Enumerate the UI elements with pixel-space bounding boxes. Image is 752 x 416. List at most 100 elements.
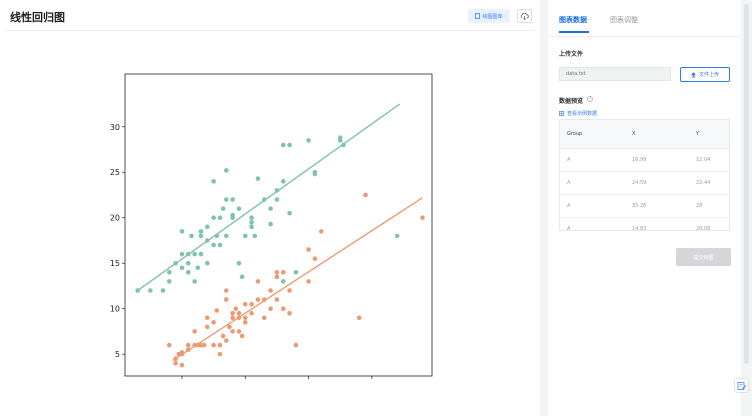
data-point xyxy=(230,212,235,218)
help-icon[interactable]: ? xyxy=(587,96,593,102)
table-cell: 24.59 xyxy=(625,171,689,195)
table-cell: A xyxy=(560,217,625,230)
scrollbar-thumb[interactable] xyxy=(744,4,749,364)
data-point xyxy=(198,233,204,239)
data-point xyxy=(280,306,286,311)
data-point xyxy=(293,270,299,275)
data-point xyxy=(198,251,204,257)
data-point xyxy=(280,179,286,184)
data-point xyxy=(287,310,292,316)
data-point xyxy=(173,360,178,366)
data-point xyxy=(167,279,172,284)
data-point xyxy=(223,168,229,173)
regression-plot: 1020304051015202530 xyxy=(100,70,440,390)
data-point xyxy=(341,142,346,148)
edit-feedback-icon[interactable] xyxy=(734,378,749,393)
data-point xyxy=(217,342,223,348)
y-tick-label: 30 xyxy=(110,123,120,132)
data-point xyxy=(204,315,210,321)
data-point xyxy=(268,288,273,293)
view-example-label: 查看示例数据 xyxy=(567,111,598,117)
data-point xyxy=(242,301,248,307)
data-point xyxy=(249,301,254,307)
download-button[interactable] xyxy=(517,9,532,23)
data-point xyxy=(249,224,254,230)
plot-frame xyxy=(124,73,433,377)
data-point xyxy=(280,279,286,284)
data-point xyxy=(239,274,245,280)
data-point xyxy=(255,297,261,302)
data-point xyxy=(287,210,292,216)
data-point xyxy=(185,342,191,348)
y-tick-label: 25 xyxy=(110,168,120,177)
gallery-button-label: 绘图图库 xyxy=(482,13,503,20)
data-point xyxy=(230,315,235,321)
file-upload-button[interactable]: 文件上传 xyxy=(680,67,730,82)
tab-chart-data[interactable]: 图表数据 xyxy=(559,15,587,25)
table-cell: A xyxy=(560,148,625,172)
data-point xyxy=(268,221,273,227)
table-cell: 35.26 xyxy=(625,194,689,218)
data-point xyxy=(287,288,292,293)
view-example-link[interactable]: 查看示例数据 xyxy=(559,110,597,117)
data-point xyxy=(167,270,172,275)
data-point xyxy=(185,260,191,266)
data-point xyxy=(337,135,343,140)
data-point xyxy=(211,215,216,221)
table-header-row: Group X Y xyxy=(560,120,729,149)
data-point xyxy=(242,233,248,239)
active-tab-indicator xyxy=(559,31,589,33)
data-point xyxy=(274,197,280,202)
data-point xyxy=(217,351,223,357)
data-point xyxy=(211,242,216,248)
data-point xyxy=(179,362,185,368)
page-title: 线性回归图 xyxy=(10,11,65,24)
data-point xyxy=(268,306,273,311)
data-point xyxy=(179,251,185,257)
data-point xyxy=(179,229,185,234)
data-point xyxy=(204,238,210,243)
data-point xyxy=(242,315,248,321)
pencil-icon xyxy=(737,381,746,390)
data-point xyxy=(394,233,400,239)
data-point xyxy=(230,329,235,334)
file-name-input[interactable] xyxy=(559,67,671,81)
data-point xyxy=(201,342,207,348)
data-point xyxy=(261,197,267,202)
data-point xyxy=(318,229,324,234)
data-point xyxy=(249,215,254,221)
data-point xyxy=(223,297,229,302)
data-point xyxy=(236,310,242,316)
data-point xyxy=(211,320,216,325)
data-point xyxy=(217,215,223,221)
data-point xyxy=(363,192,368,198)
data-point xyxy=(255,176,261,181)
table-cell: 22.44 xyxy=(689,171,729,195)
data-point xyxy=(293,342,299,348)
data-point xyxy=(185,251,191,257)
data-point xyxy=(204,224,210,230)
data-point xyxy=(173,356,178,362)
data-point xyxy=(239,333,245,339)
data-point xyxy=(195,265,201,271)
data-point xyxy=(255,279,261,284)
data-point xyxy=(198,229,204,234)
cloud-download-icon xyxy=(520,12,529,20)
chart-preview-panel: 线性回归图 绘图图库 1020304051015202530 xyxy=(0,0,540,416)
file-upload-label: 文件上传 xyxy=(698,72,719,78)
upload-icon xyxy=(690,71,696,78)
tab-chart-adjust[interactable]: 图表调整 xyxy=(610,15,638,25)
data-point xyxy=(274,274,280,280)
gallery-button[interactable]: 绘图图库 xyxy=(468,9,510,23)
upload-section-title: 上传文件 xyxy=(559,51,584,58)
table-cell: A xyxy=(560,194,625,218)
table-cell: 12.04 xyxy=(689,148,729,172)
column-header: X xyxy=(625,120,689,149)
table-icon xyxy=(559,111,564,116)
submit-plot-button[interactable]: 提交绘图 xyxy=(676,248,731,266)
data-point xyxy=(274,270,280,275)
data-point xyxy=(185,347,191,352)
data-point xyxy=(223,338,229,343)
data-preview-table[interactable]: Group X Y A 16.99 12.04 A 24.59 22.44 A xyxy=(559,119,730,231)
tab-bar: 图表数据 图表调整 xyxy=(548,0,741,37)
